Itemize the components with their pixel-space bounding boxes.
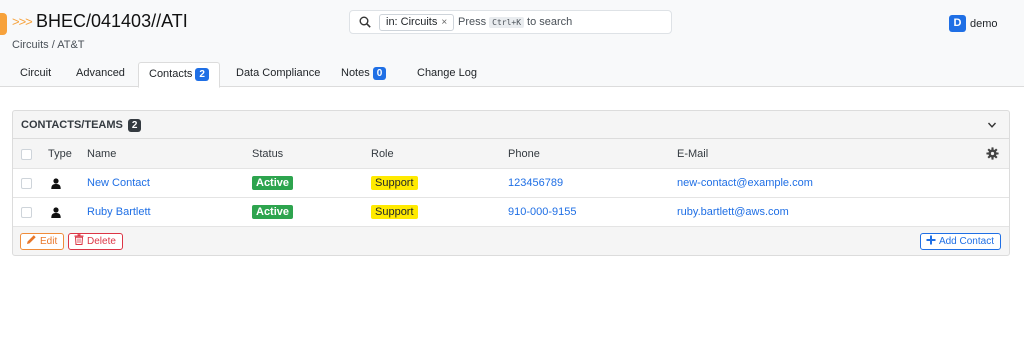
- phone-link[interactable]: 910-000-9155: [508, 206, 577, 218]
- panel-header[interactable]: CONTACTS/TEAMS 2: [13, 111, 1009, 139]
- search-scope-label: in: Circuits: [386, 16, 438, 28]
- page-header: >>> BHEC/041403//ATI Circuits / AT&T in:…: [0, 0, 1024, 88]
- column-header-type[interactable]: Type: [48, 148, 72, 160]
- user-menu[interactable]: Ddemo: [949, 15, 998, 33]
- tab-change-log[interactable]: Change Log: [407, 62, 487, 87]
- close-icon[interactable]: ×: [441, 17, 447, 28]
- column-header-phone[interactable]: Phone: [508, 148, 540, 160]
- column-header-role[interactable]: Role: [371, 148, 394, 160]
- breadcrumb[interactable]: Circuits / AT&T: [12, 39, 85, 51]
- phone-link[interactable]: 123456789: [508, 177, 563, 189]
- tab-data-compliance[interactable]: Data Compliance: [226, 62, 330, 87]
- email-link[interactable]: ruby.bartlett@aws.com: [677, 206, 789, 218]
- table-row[interactable]: New Contact Active Support 123456789 new…: [13, 169, 1009, 198]
- table-header-row: Type Name Status Role Phone E-Mail: [13, 140, 1009, 169]
- search-icon: [359, 16, 371, 28]
- row-checkbox[interactable]: [21, 178, 32, 189]
- sidebar-toggle[interactable]: [0, 13, 7, 35]
- status-badge: Active: [252, 205, 294, 219]
- plus-icon: [926, 235, 936, 245]
- column-header-email[interactable]: E-Mail: [677, 148, 708, 160]
- status-badge: Active: [252, 176, 294, 190]
- user-name: demo: [970, 17, 998, 30]
- edit-button[interactable]: Edit: [20, 233, 65, 250]
- chevron-down-icon[interactable]: [987, 120, 997, 130]
- row-checkbox[interactable]: [21, 207, 32, 218]
- column-header-status[interactable]: Status: [252, 148, 283, 160]
- global-search[interactable]: in: Circuits × Press Ctrl+K to search: [349, 10, 672, 34]
- column-header-name[interactable]: Name: [87, 148, 116, 160]
- contacts-panel: CONTACTS/TEAMS 2 Type Name Status Role P…: [12, 110, 1010, 256]
- email-link[interactable]: new-contact@example.com: [677, 177, 813, 189]
- tab-contacts[interactable]: Contacts 2: [138, 62, 220, 88]
- tab-circuit[interactable]: Circuit: [10, 62, 61, 87]
- tab-notes[interactable]: Notes 0: [331, 62, 396, 87]
- person-icon: [51, 207, 61, 218]
- tab-advanced[interactable]: Advanced: [66, 62, 135, 87]
- tab-count-badge: 2: [195, 68, 209, 81]
- pencil-icon: [27, 235, 36, 244]
- gear-icon[interactable]: [986, 147, 999, 160]
- panel-title: CONTACTS/TEAMS 2: [21, 119, 142, 132]
- person-icon: [51, 178, 61, 189]
- role-badge: Support: [371, 205, 418, 219]
- avatar: D: [949, 15, 966, 33]
- trash-icon: [74, 234, 84, 245]
- tab-count-badge: 0: [372, 67, 387, 80]
- search-scope-chip[interactable]: in: Circuits ×: [379, 14, 455, 31]
- contact-name-link[interactable]: Ruby Bartlett: [87, 206, 151, 218]
- count-badge: 2: [127, 119, 142, 132]
- table-row[interactable]: Ruby Bartlett Active Support 910-000-915…: [13, 198, 1009, 227]
- shortcut-key: Ctrl+K: [489, 17, 525, 28]
- select-all-checkbox[interactable]: [21, 149, 32, 160]
- panel-footer: Edit Delete Add Contact: [13, 227, 1009, 256]
- contact-name-link[interactable]: New Contact: [87, 177, 150, 189]
- delete-button[interactable]: Delete: [68, 233, 123, 250]
- search-hint: Press Ctrl+K to search: [458, 16, 573, 28]
- page-title: BHEC/041403//ATI: [36, 11, 188, 31]
- chevrons-icon: >>>: [12, 14, 33, 29]
- role-badge: Support: [371, 176, 418, 190]
- add-contact-button[interactable]: Add Contact: [919, 233, 1001, 250]
